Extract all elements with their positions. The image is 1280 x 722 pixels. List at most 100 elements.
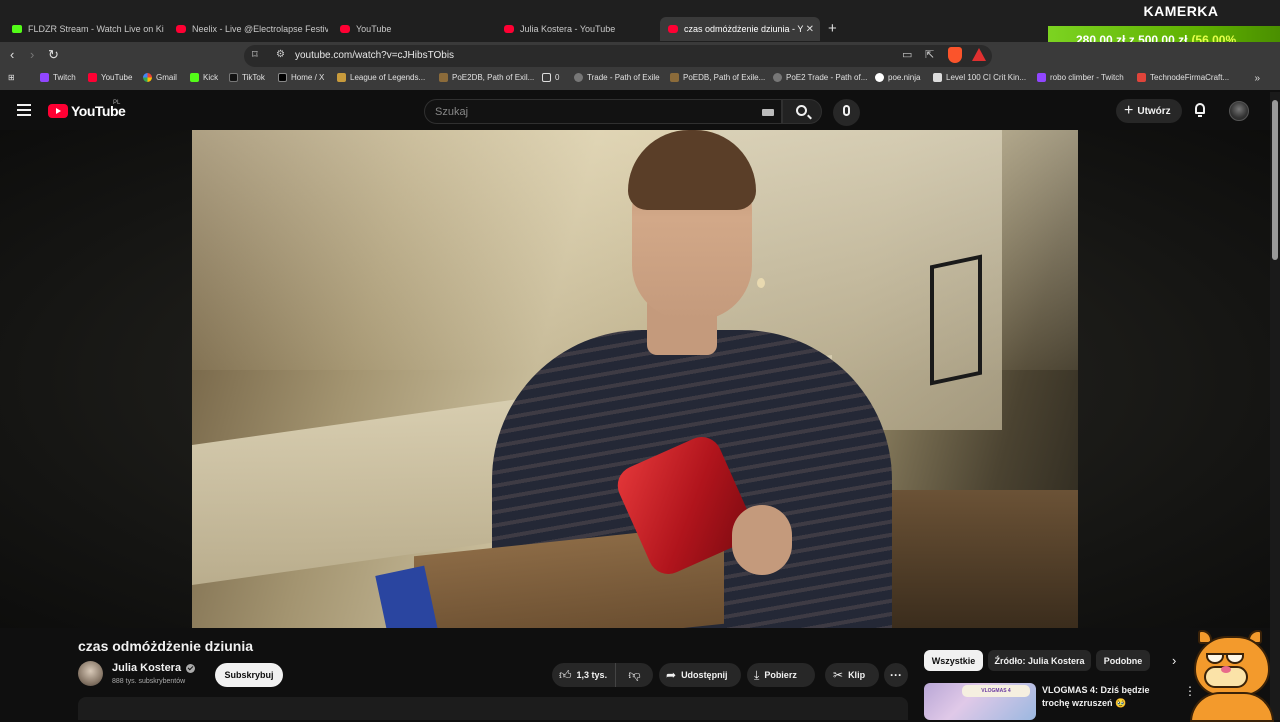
dislike-button[interactable]: 👎︎ [616,663,653,687]
chip-from-channel[interactable]: Źródło: Julia Kostera [988,650,1091,671]
subscribe-button[interactable]: Subskrybuj [215,663,283,687]
bookmarks-bar: ⊞ Twitch YouTube Gmail Kick TikTok Home … [0,70,1280,90]
channel-name-row[interactable]: Julia Kostera [112,662,196,674]
bookmark-label: 0 [555,73,560,82]
bookmark-label: PoE2 Trade - Path of... [786,73,868,82]
bookmark-poe2db[interactable]: PoE2DB, Path of Exil... [439,73,534,82]
tab-label: YouTube [356,24,392,34]
search-input[interactable]: Szukaj [424,99,782,124]
channel-avatar[interactable] [78,661,103,686]
share-button[interactable]: ➦ Udostępnij [659,663,741,687]
address-bar[interactable]: ⌑ ⚙ youtube.com/watch?v=cJHibsTObis [244,45,992,67]
description-box[interactable] [78,697,908,720]
download-button[interactable]: ⤓ Pobierz [747,663,815,687]
account-avatar[interactable] [1229,101,1249,121]
apps-icon[interactable]: ⊞ [8,73,15,82]
video-frame[interactable] [192,130,1078,628]
bookmarks-overflow-icon[interactable]: » [1254,73,1260,84]
tab-label: czas odmóżdżenie dziunia - Y [684,24,804,34]
clip-button[interactable]: ✂ Klip [825,663,879,687]
bookmark-poe-ninja[interactable]: poe.ninja [875,73,920,82]
bookmark-tiktok[interactable]: TikTok [229,73,265,82]
like-count: 1,3 tys. [576,670,608,680]
bookmark-label: Level 100 CI Crit Kin... [946,73,1027,82]
microphone-icon [843,105,850,116]
reload-icon[interactable]: ↻ [48,47,59,63]
tab-current-video[interactable]: czas odmóżdżenie dziunia - Y ✕ [660,17,820,41]
technode-icon [1137,73,1146,82]
bookmark-label: League of Legends... [350,73,426,82]
bookmark-folder[interactable]: 0 [542,73,559,82]
bookmark-poe2-trade[interactable]: PoE2 Trade - Path of... [773,73,867,82]
create-label: Utwórz [1137,105,1171,117]
notifications-bell-icon[interactable] [1193,103,1207,117]
more-actions-button[interactable]: ··· [884,663,908,687]
bookmark-twitch[interactable]: Twitch [40,73,76,82]
tab-youtube[interactable]: YouTube [332,17,492,41]
poe-icon [670,73,679,82]
site-settings-icon[interactable]: ⚙ [276,49,285,60]
download-label: Pobierz [764,670,797,680]
keyboard-icon[interactable] [762,109,774,116]
overlay-title: KAMERKA [1143,3,1219,19]
thumbs-up-icon: 👍︎ [559,667,572,682]
url-text: youtube.com/watch?v=cJHibsTObis [295,50,455,61]
clip-label: Klip [848,670,866,680]
bookmark-youtube[interactable]: YouTube [88,73,132,82]
new-tab-button[interactable]: + [828,20,837,37]
youtube-header: YouTube PL Szukaj + Utwórz [0,92,1270,130]
bookmark-kick[interactable]: Kick [190,73,218,82]
kick-icon [190,73,199,82]
recommendation-thumbnail[interactable]: VLOGMAS 4 [924,683,1036,720]
doc-icon [933,73,942,82]
back-icon[interactable]: ‹ [10,47,14,62]
bookmark-trade[interactable]: Trade - Path of Exile [574,73,660,82]
bookmark-icon[interactable]: ⌑ [252,48,258,61]
tab-fldzr-kick[interactable]: FLDZR Stream - Watch Live on Kick [4,17,164,41]
bookmark-poedb[interactable]: PoEDB, Path of Exile... [670,73,765,82]
search-button[interactable] [782,99,822,124]
tab-neelix[interactable]: Neelix - Live @Electrolapse Festival 2 [168,17,328,41]
hamburger-menu-icon[interactable] [17,104,31,116]
bookmark-robo-climber[interactable]: robo climber - Twitch [1037,73,1124,82]
voice-search-button[interactable] [833,99,860,126]
tab-julia-kostera[interactable]: Julia Kostera - YouTube [496,17,656,41]
youtube-icon [340,25,350,33]
bookmark-level100[interactable]: Level 100 CI Crit Kin... [933,73,1026,82]
chip-related[interactable]: Podobne [1096,650,1150,671]
bookmark-gmail[interactable]: Gmail [143,73,177,82]
bookmark-label: PoE2DB, Path of Exil... [452,73,535,82]
like-dislike-group: 👍︎ 1,3 tys. 👎︎ [552,663,653,687]
youtube-icon [176,25,186,33]
brave-shields-icon[interactable] [948,47,962,63]
tiktok-icon [229,73,238,82]
scrollbar-thumb[interactable] [1272,100,1278,260]
like-button[interactable]: 👍︎ 1,3 tys. [552,663,616,687]
bookmark-technode[interactable]: TechnodeFirmaCraft... [1137,73,1229,82]
brave-rewards-icon[interactable] [972,48,986,61]
share-page-icon[interactable]: ⇱ [925,48,934,61]
recommendation-title[interactable]: VLOGMAS 4: Dziś będzie trochę wzruszeń 🥹 [1042,684,1178,710]
search-icon [796,105,807,116]
google-icon [143,73,152,82]
search-placeholder: Szukaj [435,106,469,118]
more-icon: ··· [890,668,902,682]
channel-name[interactable]: Julia Kostera [112,662,181,674]
bookmark-label: PoEDB, Path of Exile... [683,73,766,82]
verified-badge-icon [186,663,196,673]
plus-icon: + [1124,102,1134,119]
trade-icon [773,73,782,82]
video-title: czas odmóżdżenie dziunia [78,638,254,654]
cast-icon[interactable]: ▭ [902,48,912,61]
trade-icon [574,73,583,82]
forward-icon[interactable]: › [30,47,34,62]
youtube-icon [668,25,678,33]
create-button[interactable]: + Utwórz [1116,99,1182,123]
chip-all[interactable]: Wszystkie [924,650,983,671]
chevron-right-icon[interactable]: › [1172,653,1176,668]
bookmark-label: YouTube [101,73,133,82]
close-icon[interactable]: ✕ [806,24,814,35]
bookmark-x[interactable]: Home / X [278,73,324,82]
bookmark-label: TechnodeFirmaCraft... [1150,73,1230,82]
bookmark-lol[interactable]: League of Legends... [337,73,425,82]
